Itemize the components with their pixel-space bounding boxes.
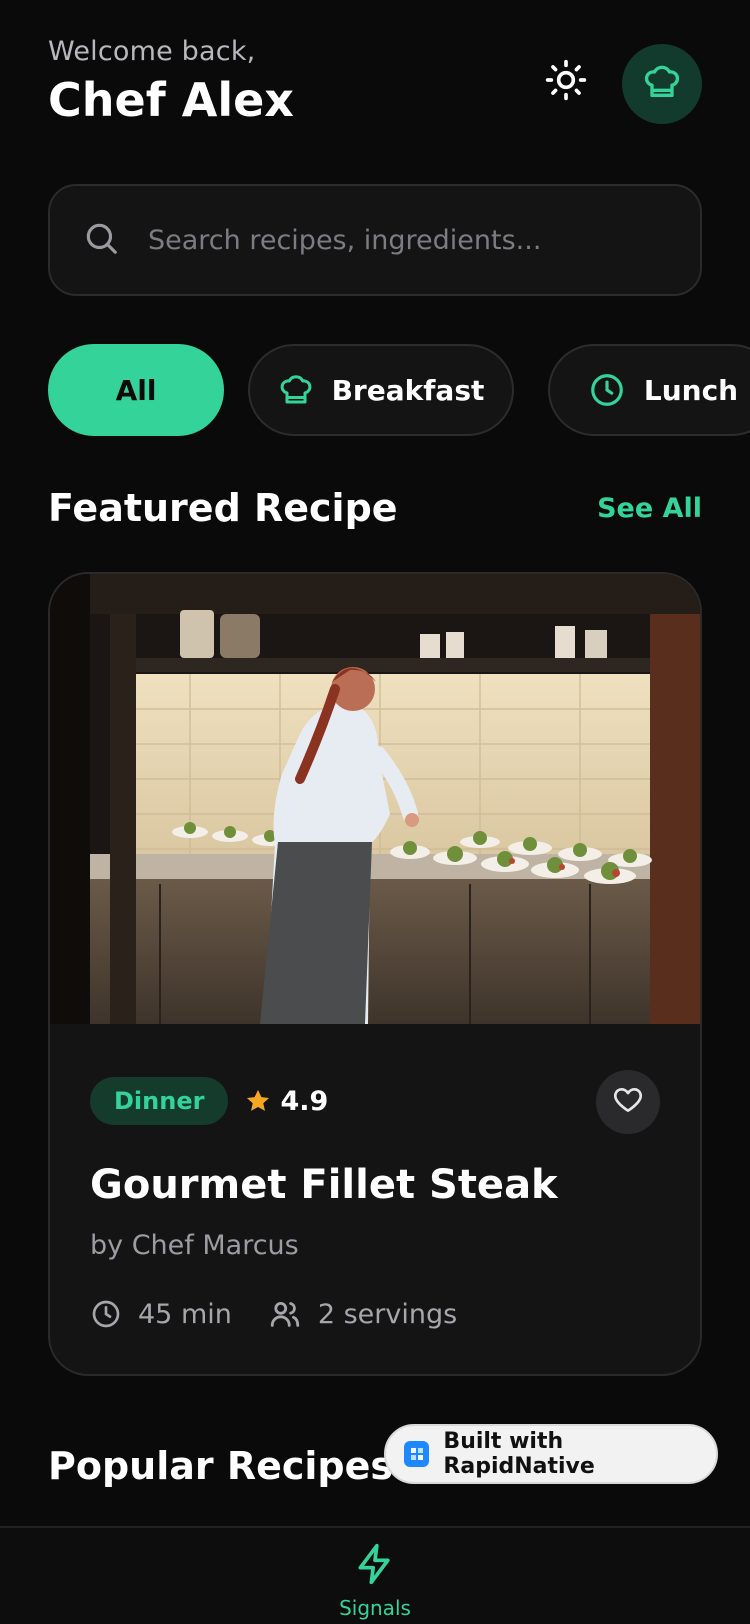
featured-title: Featured Recipe <box>48 486 398 530</box>
category-filter: All Breakfast Lunch <box>48 344 750 436</box>
featured-recipe-card[interactable]: Dinner 4.9 Gourmet Fillet Steak by Chef … <box>48 572 702 1376</box>
welcome-text: Welcome back, <box>48 36 256 67</box>
featured-header: Featured Recipe See All <box>48 486 702 530</box>
recipe-author: by Chef Marcus <box>90 1230 299 1261</box>
search-input[interactable] <box>148 224 688 256</box>
chip-label: Breakfast <box>331 373 485 407</box>
servings: 2 servings <box>268 1297 457 1331</box>
profile-avatar[interactable] <box>622 44 702 124</box>
user-name: Chef Alex <box>48 73 294 127</box>
clock-icon <box>90 1298 122 1330</box>
see-all-link[interactable]: See All <box>597 493 702 524</box>
chip-label: All <box>115 373 157 407</box>
chip-label: Lunch <box>643 373 739 407</box>
search-icon <box>82 219 120 261</box>
cook-time-value: 45 min <box>138 1298 232 1330</box>
heart-icon <box>612 1084 644 1120</box>
nav-label: Signals <box>339 1596 411 1620</box>
nav-item-signals[interactable]: Signals <box>325 1542 425 1620</box>
star-icon <box>244 1087 272 1115</box>
theme-toggle-button[interactable] <box>540 56 592 108</box>
header: Welcome back, Chef Alex <box>48 36 702 136</box>
lightning-icon <box>353 1542 397 1590</box>
chef-hat-icon <box>642 62 682 106</box>
clock-icon <box>588 371 626 409</box>
cook-time: 45 min <box>90 1298 232 1330</box>
recipe-meta: Dinner 4.9 <box>90 1070 660 1132</box>
popular-header: Popular Recipes <box>48 1444 408 1488</box>
recipe-details: Dinner 4.9 Gourmet Fillet Steak by Chef … <box>90 1070 660 1331</box>
bottom-navigation: Signals <box>0 1526 750 1624</box>
built-with-text: Built with RapidNative <box>443 1429 595 1479</box>
rating-value: 4.9 <box>280 1085 329 1117</box>
chef-hat-icon <box>278 372 314 408</box>
servings-value: 2 servings <box>317 1298 458 1330</box>
category-badge: Dinner <box>90 1077 229 1125</box>
recipe-stats: 45 min 2 servings <box>90 1297 660 1331</box>
category-chip-all[interactable]: All <box>48 344 224 436</box>
category-chip-breakfast[interactable]: Breakfast <box>248 344 514 436</box>
recipe-image <box>50 574 700 1024</box>
search-bar[interactable] <box>48 184 702 296</box>
rating: 4.9 <box>244 1086 328 1117</box>
popular-title: Popular Recipes <box>48 1444 394 1488</box>
built-with-badge[interactable]: Built with RapidNative <box>384 1424 718 1484</box>
recipe-name: Gourmet Fillet Steak <box>90 1162 558 1208</box>
favorite-button[interactable] <box>596 1070 660 1134</box>
users-icon <box>268 1297 302 1331</box>
sun-icon <box>544 58 588 106</box>
rapidnative-logo-icon <box>404 1441 430 1467</box>
category-chip-lunch[interactable]: Lunch <box>548 344 750 436</box>
